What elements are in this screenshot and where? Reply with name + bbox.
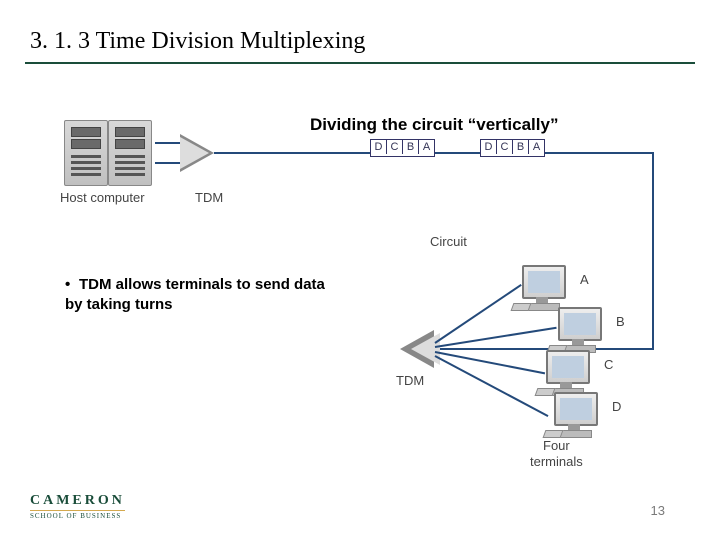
terminal-icon	[518, 265, 574, 311]
slot-label: D	[481, 140, 497, 154]
tdm-label: TDM	[195, 190, 223, 205]
fanout-line	[435, 355, 549, 417]
bullet-text: TDM allows terminals to send data by tak…	[65, 276, 325, 313]
slot-label: A	[419, 140, 434, 154]
diagram-subtitle: Dividing the circuit “vertically”	[310, 115, 558, 135]
terminal-label: A	[580, 272, 589, 287]
terminal-label: C	[604, 357, 613, 372]
connector-line	[155, 142, 183, 144]
four-terminals-label: Four terminals	[530, 438, 583, 469]
slot-label: C	[387, 140, 403, 154]
terminal-icon	[550, 392, 606, 438]
time-slot-frame: D C B A	[480, 139, 545, 157]
bullet-point: •TDM allows terminals to send data by ta…	[65, 275, 325, 314]
logo-line2: School of Business	[30, 510, 125, 520]
terminal-icon	[542, 350, 598, 396]
logo-line1: CAMERON	[30, 493, 125, 509]
slide: 3. 1. 3 Time Division Multiplexing Divid…	[0, 0, 720, 540]
connector-line	[155, 162, 183, 164]
host-label: Host computer	[60, 190, 145, 205]
terminal-label: D	[612, 399, 621, 414]
circuit-label: Circuit	[430, 234, 467, 249]
slot-label: B	[513, 140, 529, 154]
terminal-icon	[554, 307, 610, 353]
server-icon	[108, 120, 152, 186]
tdm-label: TDM	[396, 373, 424, 388]
title-underline	[25, 62, 695, 64]
slot-label: B	[403, 140, 419, 154]
bullet-dot-icon: •	[65, 275, 79, 295]
tdm-diagram: Dividing the circuit “vertically” Host c…	[60, 90, 660, 460]
circuit-line	[652, 152, 654, 350]
slot-label: A	[529, 140, 544, 154]
slot-label: C	[497, 140, 513, 154]
page-number: 13	[651, 503, 665, 518]
slot-label: D	[371, 140, 387, 154]
four-label-l1: Four	[543, 438, 570, 453]
school-logo: CAMERON School of Business	[30, 493, 125, 520]
four-label-l2: terminals	[530, 454, 583, 469]
tdm-demux-icon	[400, 330, 440, 368]
slide-title: 3. 1. 3 Time Division Multiplexing	[30, 28, 365, 55]
host-computer-icon	[60, 120, 155, 188]
time-slot-frame: D C B A	[370, 139, 435, 157]
terminal-label: B	[616, 314, 625, 329]
server-icon	[64, 120, 108, 186]
